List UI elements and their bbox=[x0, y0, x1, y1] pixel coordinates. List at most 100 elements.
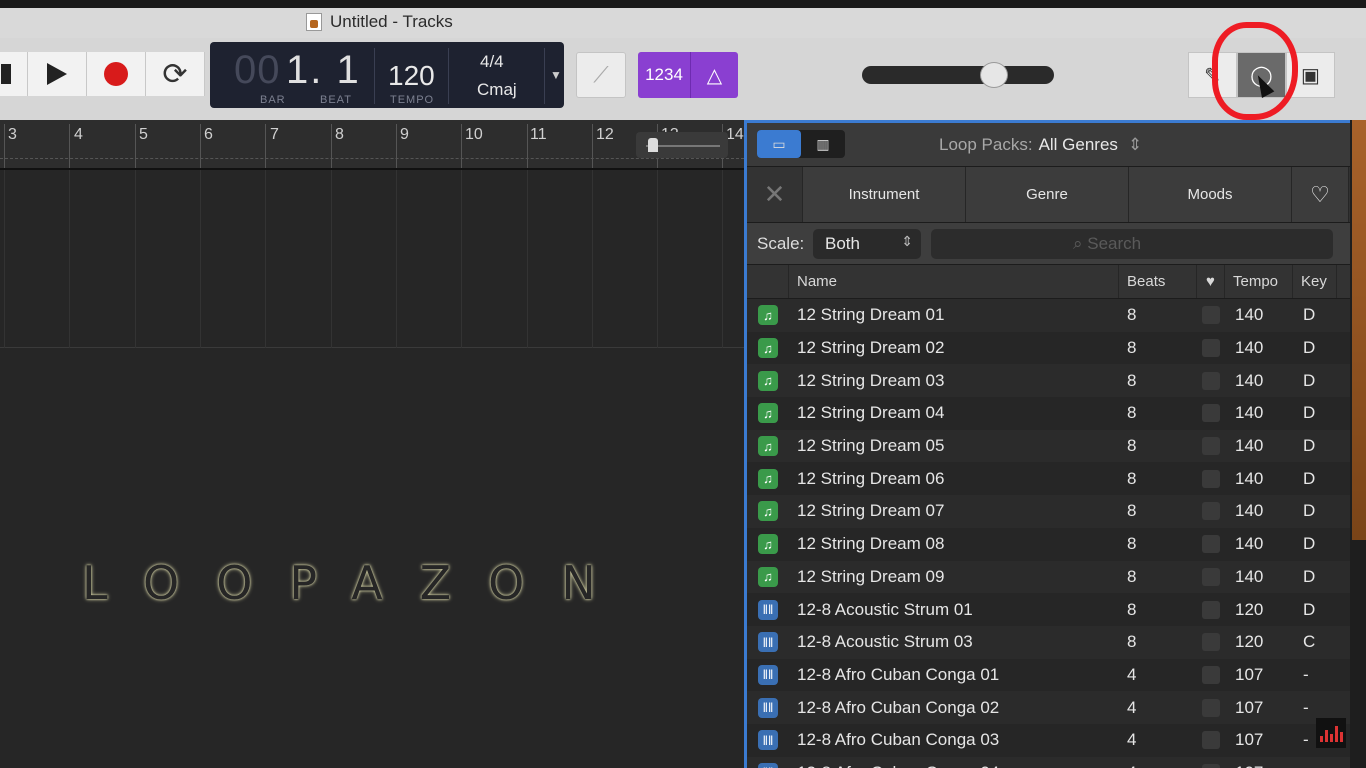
favorite-checkbox[interactable] bbox=[1197, 665, 1225, 684]
loop-name: 12-8 Afro Cuban Conga 04 bbox=[789, 763, 1119, 768]
favorite-checkbox[interactable] bbox=[1197, 731, 1225, 750]
bar-number: 12 bbox=[596, 126, 614, 143]
loop-row[interactable]: ‖‖ 12-8 Afro Cuban Conga 01 4 107 - bbox=[747, 658, 1350, 692]
master-volume-slider[interactable] bbox=[862, 62, 1054, 88]
loop-beats: 8 bbox=[1127, 338, 1137, 358]
favorite-checkbox[interactable] bbox=[1197, 633, 1225, 652]
favorite-checkbox[interactable] bbox=[1197, 437, 1225, 456]
play-icon bbox=[47, 63, 67, 85]
count-in-button[interactable]: 1234 bbox=[638, 65, 690, 85]
loop-row[interactable]: ♫ 12 String Dream 06 8 140 D bbox=[747, 462, 1350, 496]
search-input[interactable]: ⌕ Search bbox=[931, 229, 1333, 259]
tuner-button[interactable]: ⟋ bbox=[576, 52, 626, 98]
loop-row[interactable]: ♫ 12 String Dream 01 8 140 D bbox=[747, 299, 1350, 332]
name-column-header[interactable]: Name bbox=[789, 265, 1119, 298]
key-signature[interactable]: Cmaj bbox=[477, 80, 517, 100]
loop-name: 12 String Dream 03 bbox=[797, 370, 945, 390]
loop-key: D bbox=[1303, 436, 1316, 456]
type-column-header[interactable] bbox=[747, 265, 789, 298]
loop-tempo: 140 bbox=[1235, 305, 1264, 325]
transport-controls: ⟳ bbox=[0, 52, 205, 96]
filter-genre[interactable]: Genre bbox=[966, 167, 1129, 222]
favorite-checkbox[interactable] bbox=[1197, 469, 1225, 488]
favorite-checkbox[interactable] bbox=[1197, 404, 1225, 423]
loop-beats: 8 bbox=[1127, 370, 1137, 390]
favorite-checkbox[interactable] bbox=[1197, 502, 1225, 521]
ruler-tick bbox=[200, 124, 201, 168]
loop-type-cell: ♫ bbox=[747, 436, 789, 457]
favorites-filter-button[interactable]: ♡ bbox=[1292, 167, 1349, 222]
track-area[interactable] bbox=[0, 170, 744, 348]
midi-loop-icon: ♫ bbox=[758, 468, 778, 489]
loop-type-cell: ‖‖ bbox=[747, 730, 789, 751]
record-button[interactable] bbox=[87, 52, 146, 96]
loop-row[interactable]: ♫ 12 String Dream 08 8 140 D bbox=[747, 527, 1350, 561]
loop-key: D bbox=[1303, 566, 1316, 586]
loop-row[interactable]: ‖‖ 12-8 Afro Cuban Conga 02 4 107 - bbox=[747, 691, 1350, 724]
loop-key: D bbox=[1303, 501, 1316, 521]
midi-loop-icon: ♫ bbox=[758, 501, 778, 522]
scale-select[interactable]: Both ⇕ bbox=[813, 229, 921, 259]
chevron-down-icon[interactable]: ▼ bbox=[550, 68, 562, 82]
loop-tempo: 140 bbox=[1235, 436, 1264, 456]
loop-name: 12 String Dream 06 bbox=[797, 468, 945, 488]
zoom-slider[interactable] bbox=[636, 132, 728, 158]
loop-row[interactable]: ‖‖ 12-8 Acoustic Strum 03 8 120 C bbox=[747, 625, 1350, 659]
lcd-display[interactable]: 00 1. 1 BAR BEAT 120 TEMPO 4/4 Cmaj ▼ bbox=[210, 42, 564, 108]
loop-name: 12 String Dream 07 bbox=[797, 501, 945, 521]
loop-row[interactable]: ‖‖ 12-8 Afro Cuban Conga 044 107- bbox=[747, 756, 1350, 768]
loop-row[interactable]: ♫ 12 String Dream 05 8 140 D bbox=[747, 429, 1350, 463]
tempo-column-header[interactable]: Tempo bbox=[1225, 265, 1293, 298]
loop-beats: 8 bbox=[1127, 403, 1137, 423]
favorite-checkbox[interactable] bbox=[1197, 535, 1225, 554]
favorite-checkbox[interactable] bbox=[1197, 763, 1225, 768]
favorite-checkbox[interactable] bbox=[1197, 567, 1225, 586]
favorite-checkbox[interactable] bbox=[1197, 371, 1225, 390]
grid-line bbox=[265, 170, 266, 348]
system-menubar bbox=[0, 0, 1366, 8]
loop-row[interactable]: ♫ 12 String Dream 07 8 140 D bbox=[747, 495, 1350, 528]
document-icon bbox=[306, 13, 322, 31]
timeline-ruler[interactable]: 3 4 5 6 7 8 9 10 11 12 13 14 bbox=[0, 120, 744, 170]
time-signature[interactable]: 4/4 bbox=[480, 52, 504, 72]
loop-tempo: 107 bbox=[1235, 664, 1264, 684]
loop-name: 12-8 Acoustic Strum 03 bbox=[797, 632, 973, 652]
loop-key: - bbox=[1303, 664, 1309, 684]
loop-packs-selector[interactable]: Loop Packs: All Genres ⇕ bbox=[939, 135, 1142, 155]
beats-column-header[interactable]: Beats bbox=[1119, 265, 1197, 298]
audio-loop-icon: ‖‖ bbox=[758, 664, 778, 685]
favorite-checkbox[interactable] bbox=[1197, 600, 1225, 619]
favorite-checkbox[interactable] bbox=[1197, 339, 1225, 358]
title-bar: Untitled - Tracks bbox=[0, 8, 1366, 38]
loop-row[interactable]: ♫ 12 String Dream 04 8 140 D bbox=[747, 397, 1350, 430]
loop-row[interactable]: ‖‖ 12-8 Afro Cuban Conga 03 4 107- bbox=[747, 723, 1350, 757]
key-column-header[interactable]: Key bbox=[1293, 265, 1337, 298]
play-button[interactable] bbox=[28, 52, 87, 96]
filter-moods[interactable]: Moods bbox=[1129, 167, 1292, 222]
record-icon bbox=[104, 62, 128, 86]
loop-row[interactable]: ♫ 12 String Dream 03 8 140 D bbox=[747, 364, 1350, 398]
filter-instrument[interactable]: Instrument bbox=[803, 167, 966, 222]
metronome-button[interactable]: △ bbox=[690, 52, 738, 98]
favorite-column-header[interactable]: ♥ bbox=[1197, 265, 1225, 298]
loop-name: 12 String Dream 05 bbox=[797, 436, 945, 456]
button-view-toggle[interactable]: ▭ bbox=[757, 130, 801, 158]
scale-value: Both bbox=[825, 234, 860, 253]
beat-label: BEAT bbox=[320, 94, 352, 106]
bar-number: 11 bbox=[530, 126, 547, 143]
column-view-toggle[interactable]: ▥ bbox=[801, 130, 845, 158]
reset-filter-button[interactable]: ✕ bbox=[747, 167, 803, 222]
loop-row[interactable]: ♫ 12 String Dream 02 8 140 D bbox=[747, 331, 1350, 365]
loop-tempo: 140 bbox=[1235, 534, 1264, 554]
volume-knob[interactable] bbox=[980, 62, 1008, 88]
cycle-button[interactable]: ⟳ bbox=[146, 52, 205, 96]
loop-row[interactable]: ‖‖ 12-8 Acoustic Strum 01 8 120 D bbox=[747, 593, 1350, 626]
favorite-checkbox[interactable] bbox=[1197, 698, 1225, 717]
loop-row[interactable]: ♫ 12 String Dream 09 8 140 D bbox=[747, 560, 1350, 594]
stop-button[interactable] bbox=[0, 52, 28, 96]
window-edge bbox=[1350, 120, 1366, 768]
favorite-checkbox[interactable] bbox=[1197, 306, 1225, 325]
tempo-value[interactable]: 120 bbox=[388, 60, 435, 92]
loop-browser-panel: ▭ ▥ Loop Packs: All Genres ⇕ ✕ Instrument … bbox=[744, 120, 1350, 768]
ruler-tick bbox=[135, 124, 136, 168]
